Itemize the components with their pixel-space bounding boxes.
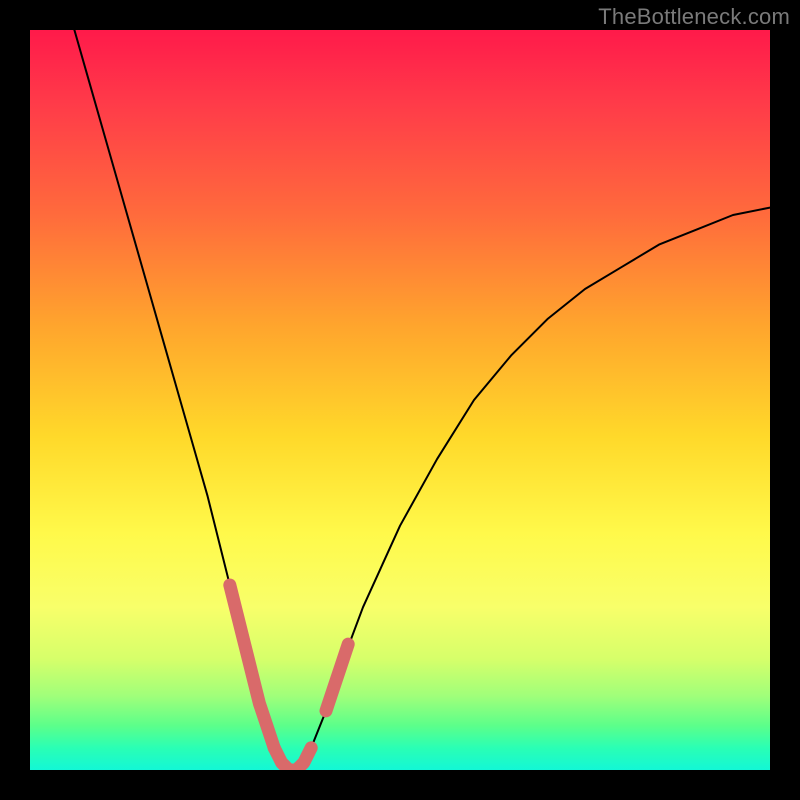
chart-stage: TheBottleneck.com: [0, 0, 800, 800]
curve-svg: [30, 30, 770, 770]
plot-area: [30, 30, 770, 770]
highlight-bottom: [274, 748, 311, 770]
bottleneck-curve: [74, 30, 770, 770]
highlight-right: [326, 644, 348, 711]
watermark-text: TheBottleneck.com: [598, 4, 790, 30]
highlight-left: [230, 585, 274, 748]
